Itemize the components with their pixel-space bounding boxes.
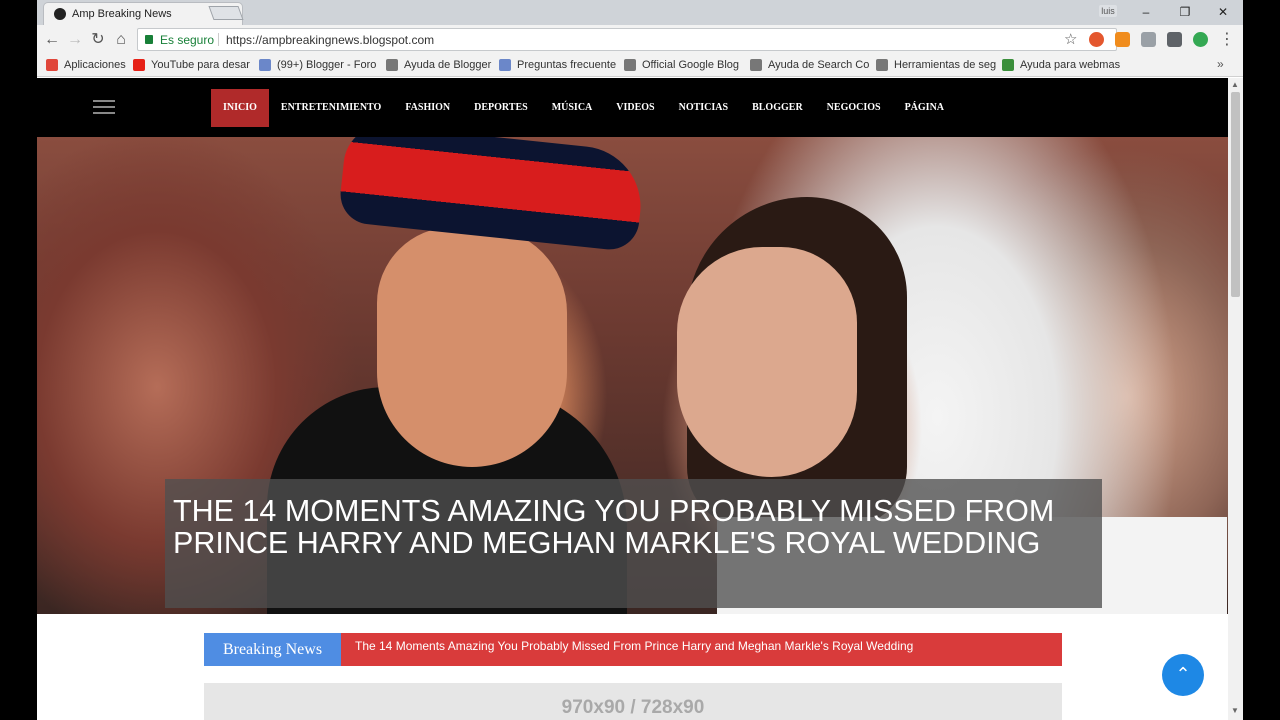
ad-size-text: 970x90 / 728x90 <box>561 697 705 718</box>
breaking-news-label: Breaking News <box>204 633 341 666</box>
bookmark-blogger-forum[interactable]: (99+) Blogger - Foro <box>259 59 376 71</box>
forward-icon[interactable]: → <box>65 30 85 50</box>
blogger-icon <box>499 59 511 71</box>
breaking-news-headline[interactable]: The 14 Moments Amazing You Probably Miss… <box>341 633 1062 666</box>
hero-photo-bride <box>677 247 857 477</box>
home-icon[interactable]: ⌂ <box>111 30 131 50</box>
bookmark-label: Official Google Blog <box>642 59 740 71</box>
reload-icon[interactable]: ↻ <box>88 30 108 50</box>
site-favicon-icon <box>54 8 66 20</box>
bookmark-label: (99+) Blogger - Foro <box>277 59 377 71</box>
bookmark-star-icon[interactable]: ☆ <box>1064 30 1077 48</box>
url-text: https://ampbreakingnews.blogspot.com <box>226 33 435 47</box>
bookmark-security-tools[interactable]: Herramientas de seg <box>876 59 996 71</box>
hero-slider[interactable]: THE 14 MOMENTS AMAZING YOU PROBABLY MISS… <box>37 137 1228 614</box>
scroll-up-icon[interactable]: ▲ <box>1231 80 1239 89</box>
cast-icon[interactable] <box>1167 32 1182 47</box>
youtube-icon <box>133 59 145 71</box>
close-window-button[interactable]: ✕ <box>1208 2 1238 22</box>
menu-item-musica[interactable]: Música <box>540 89 605 127</box>
omnibox-divider <box>218 33 219 46</box>
bookmark-apps[interactable]: Aplicaciones <box>46 59 126 71</box>
bookmarks-bar: Aplicaciones YouTube para desar (99+) Bl… <box>37 55 1243 77</box>
bookmark-label: Aplicaciones <box>64 59 126 71</box>
apps-icon <box>46 59 58 71</box>
menu-item-noticias[interactable]: Noticias <box>667 89 740 127</box>
menu-item-negocios[interactable]: Negocios <box>815 89 893 127</box>
hero-photo-groom <box>377 227 567 467</box>
bookmark-label: Ayuda de Blogger <box>404 59 492 71</box>
menu-item-pagina[interactable]: Página <box>893 89 956 127</box>
menu-item-inicio[interactable]: Inicio <box>211 89 269 127</box>
bookmarks-overflow-icon[interactable]: » <box>1217 57 1224 71</box>
toolbar: ← → ↻ ⌂ Es seguro https://ampbreakingnew… <box>37 25 1243 55</box>
lock-icon <box>145 35 153 44</box>
google-icon <box>624 59 636 71</box>
webmaster-icon <box>1002 59 1014 71</box>
bookmark-label: Preguntas frecuente <box>517 59 617 71</box>
new-tab-button[interactable] <box>208 6 244 20</box>
minimize-button[interactable]: – <box>1131 2 1161 22</box>
bookmark-label: Ayuda de Search Co <box>768 59 870 71</box>
google-icon <box>386 59 398 71</box>
menu-kebab-icon[interactable]: ⋮ <box>1217 30 1237 50</box>
google-icon <box>876 59 888 71</box>
browser-window: Amp Breaking News × luis – ❐ ✕ ← → ↻ ⌂ E… <box>37 0 1243 720</box>
extension-green-icon[interactable] <box>1193 32 1208 47</box>
ad-placeholder: 970x90 / 728x90 <box>204 683 1062 720</box>
bookmark-search-console[interactable]: Ayuda de Search Co <box>750 59 869 71</box>
hero-photo-cap <box>337 137 647 253</box>
secure-label: Es seguro <box>160 33 215 47</box>
restore-button[interactable]: ❐ <box>1170 2 1200 22</box>
back-icon[interactable]: ← <box>42 30 62 50</box>
extension-orange-icon[interactable] <box>1115 32 1130 47</box>
bookmark-webmaster[interactable]: Ayuda para webmas <box>1002 59 1120 71</box>
bookmark-label: YouTube para desar <box>151 59 250 71</box>
address-input[interactable]: Es seguro https://ampbreakingnews.blogsp… <box>137 28 1117 51</box>
scroll-down-icon[interactable]: ▼ <box>1231 706 1239 715</box>
bookmark-youtube[interactable]: YouTube para desar <box>133 59 250 71</box>
menu-item-fashion[interactable]: Fashion <box>393 89 462 127</box>
tab-title: Amp Breaking News <box>72 8 172 20</box>
blogger-icon <box>259 59 271 71</box>
menu-item-blogger[interactable]: Blogger <box>740 89 815 127</box>
menu-item-entretenimiento[interactable]: Entretenimiento <box>269 89 393 127</box>
page-content: Inicio Entretenimiento Fashion Deportes … <box>37 78 1228 720</box>
extension-red-icon[interactable] <box>1089 32 1104 47</box>
breaking-news-ticker: Breaking News The 14 Moments Amazing You… <box>204 633 1062 666</box>
bookmark-label: Herramientas de seg <box>894 59 997 71</box>
menu-item-videos[interactable]: Videos <box>604 89 666 127</box>
hamburger-menu-icon[interactable] <box>93 100 115 116</box>
google-icon <box>750 59 762 71</box>
camera-icon[interactable] <box>1141 32 1156 47</box>
bookmark-label: Ayuda para webmas <box>1020 59 1121 71</box>
menu-item-deportes[interactable]: Deportes <box>462 89 540 127</box>
main-menu: Inicio Entretenimiento Fashion Deportes … <box>211 89 956 127</box>
bookmark-blogger-help[interactable]: Ayuda de Blogger <box>386 59 491 71</box>
page-scrollbar[interactable]: ▲ ▼ <box>1228 78 1243 720</box>
profile-badge[interactable]: luis <box>1099 5 1117 17</box>
hero-caption[interactable]: THE 14 MOMENTS AMAZING YOU PROBABLY MISS… <box>165 479 1102 608</box>
bookmark-google-blog[interactable]: Official Google Blog <box>624 59 739 71</box>
scroll-thumb[interactable] <box>1231 92 1240 297</box>
hero-title[interactable]: THE 14 MOMENTS AMAZING YOU PROBABLY MISS… <box>173 495 1102 559</box>
tab-strip: Amp Breaking News × luis – ❐ ✕ <box>37 0 1243 25</box>
bookmark-faq[interactable]: Preguntas frecuente <box>499 59 616 71</box>
site-navbar: Inicio Entretenimiento Fashion Deportes … <box>37 78 1228 137</box>
scroll-to-top-button[interactable]: ⌃ <box>1162 654 1204 696</box>
